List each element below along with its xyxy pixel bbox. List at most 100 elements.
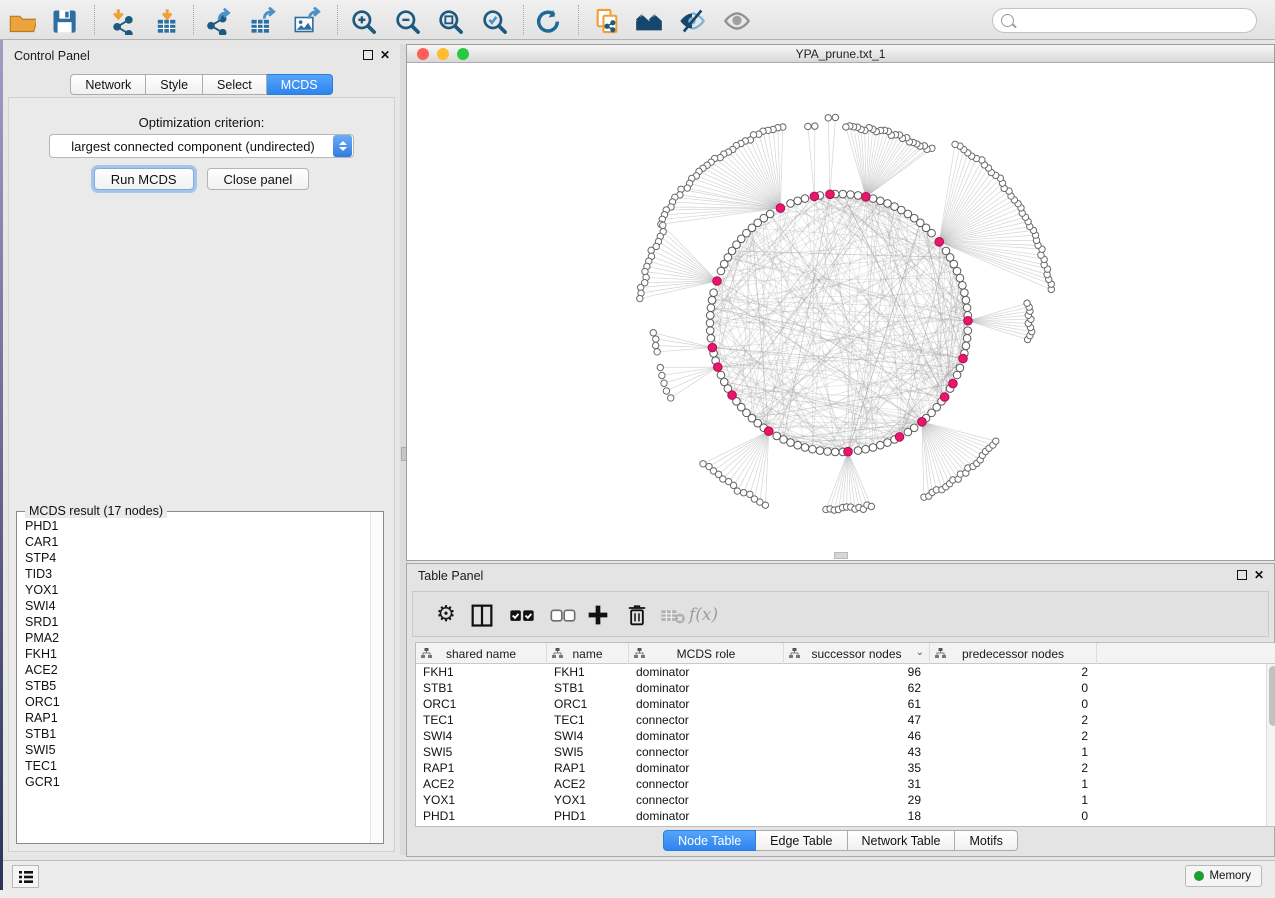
- graph-node[interactable]: [706, 327, 714, 335]
- mcds-result-item[interactable]: TID3: [25, 566, 369, 582]
- search-field[interactable]: [992, 8, 1257, 33]
- mcds-result-item[interactable]: STP4: [25, 550, 369, 566]
- graph-node[interactable]: [787, 439, 795, 447]
- graph-node[interactable]: [794, 441, 802, 449]
- graph-leaf-node[interactable]: [825, 115, 831, 121]
- network-canvas[interactable]: [407, 64, 1274, 560]
- graph-leaf-node[interactable]: [993, 438, 999, 444]
- graph-leaf-node[interactable]: [660, 222, 666, 228]
- column-header-name[interactable]: name: [547, 643, 629, 664]
- mcds-result-item[interactable]: ACE2: [25, 662, 369, 678]
- network-window-titlebar[interactable]: YPA_prune.txt_1: [407, 45, 1274, 63]
- graph-node[interactable]: [707, 304, 715, 312]
- optimization-criterion-select[interactable]: largest connected component (undirected): [49, 134, 354, 158]
- mcds-result-item[interactable]: SWI5: [25, 742, 369, 758]
- graph-node[interactable]: [787, 200, 795, 208]
- table-scrollbar[interactable]: [1266, 664, 1275, 826]
- graph-hub-node[interactable]: [764, 427, 773, 436]
- graph-leaf-node[interactable]: [648, 247, 654, 253]
- graph-leaf-node[interactable]: [652, 342, 658, 348]
- graph-node[interactable]: [717, 267, 725, 275]
- tab-node-table[interactable]: Node Table: [663, 830, 756, 851]
- graph-hub-node[interactable]: [862, 193, 871, 202]
- graph-hub-node[interactable]: [708, 343, 717, 352]
- zoom-out-icon[interactable]: [393, 7, 421, 35]
- graph-node[interactable]: [953, 371, 961, 379]
- graph-node[interactable]: [910, 424, 918, 432]
- graph-leaf-node[interactable]: [952, 141, 958, 147]
- select-all-columns-icon[interactable]: [508, 601, 536, 629]
- table-row[interactable]: ORC1ORC1dominator610: [416, 696, 1275, 712]
- zoom-selected-icon[interactable]: [480, 7, 508, 35]
- mcds-result-scrollbar[interactable]: [370, 512, 383, 843]
- tab-style[interactable]: Style: [146, 74, 203, 95]
- graph-node[interactable]: [707, 334, 715, 342]
- graph-leaf-node[interactable]: [868, 503, 874, 509]
- graph-node[interactable]: [706, 319, 714, 327]
- graph-node[interactable]: [801, 444, 809, 452]
- graph-hub-node[interactable]: [918, 418, 927, 427]
- refresh-icon[interactable]: [534, 7, 562, 35]
- window-close-icon[interactable]: [417, 48, 429, 60]
- run-mcds-button[interactable]: Run MCDS: [94, 168, 194, 190]
- mcds-result-item[interactable]: TEC1: [25, 758, 369, 774]
- mcds-result-item[interactable]: SRD1: [25, 614, 369, 630]
- graph-hub-node[interactable]: [713, 277, 722, 286]
- table-settings-icon[interactable]: ⚙: [432, 601, 460, 629]
- export-network-icon[interactable]: [204, 7, 232, 35]
- graph-node[interactable]: [847, 191, 855, 199]
- graph-leaf-node[interactable]: [663, 388, 669, 394]
- graph-node[interactable]: [839, 190, 847, 198]
- horizontal-splitter-handle[interactable]: [834, 552, 848, 559]
- graph-node[interactable]: [956, 364, 964, 372]
- tab-network[interactable]: Network: [70, 74, 146, 95]
- tab-edge-table[interactable]: Edge Table: [756, 830, 847, 851]
- import-network-icon[interactable]: [109, 7, 137, 35]
- graph-node[interactable]: [809, 445, 817, 453]
- column-header-predecessor-nodes[interactable]: predecessor nodes: [930, 643, 1097, 664]
- graph-leaf-node[interactable]: [740, 490, 746, 496]
- graph-node[interactable]: [854, 447, 862, 455]
- graph-leaf-node[interactable]: [762, 502, 768, 508]
- control-panel-close-icon[interactable]: ✕: [380, 49, 390, 63]
- graph-node[interactable]: [780, 436, 788, 444]
- unselect-all-columns-icon[interactable]: [549, 601, 577, 629]
- show-panels-menu-button[interactable]: [12, 865, 39, 888]
- graph-leaf-node[interactable]: [661, 380, 667, 386]
- graph-node[interactable]: [869, 444, 877, 452]
- graph-leaf-node[interactable]: [730, 482, 736, 488]
- graph-node[interactable]: [794, 197, 802, 205]
- graph-hub-node[interactable]: [895, 433, 904, 442]
- column-header-successor-nodes[interactable]: successor nodes⌄: [784, 643, 930, 664]
- tab-mcds[interactable]: MCDS: [267, 74, 333, 95]
- graph-node[interactable]: [942, 247, 950, 255]
- graph-node[interactable]: [862, 445, 870, 453]
- delete-column-icon[interactable]: [623, 601, 651, 629]
- graph-node[interactable]: [708, 296, 716, 304]
- graph-leaf-node[interactable]: [637, 295, 643, 301]
- table-row[interactable]: PHD1PHD1dominator180: [416, 808, 1275, 824]
- graph-node[interactable]: [877, 441, 885, 449]
- graph-node[interactable]: [706, 312, 714, 320]
- export-table-icon[interactable]: [248, 7, 276, 35]
- graph-node[interactable]: [962, 296, 970, 304]
- table-row[interactable]: ACE2ACE2connector311: [416, 776, 1275, 792]
- mcds-result-item[interactable]: STB5: [25, 678, 369, 694]
- graph-leaf-node[interactable]: [1038, 252, 1044, 258]
- new-network-from-selection-icon[interactable]: [593, 7, 621, 35]
- zoom-in-icon[interactable]: [349, 7, 377, 35]
- mcds-result-item[interactable]: STB1: [25, 726, 369, 742]
- graph-leaf-node[interactable]: [650, 330, 656, 336]
- graph-hub-node[interactable]: [964, 316, 973, 325]
- search-input[interactable]: [1014, 14, 1256, 28]
- graph-hub-node[interactable]: [728, 391, 737, 400]
- graph-node[interactable]: [877, 197, 885, 205]
- graph-leaf-node[interactable]: [832, 114, 838, 120]
- graph-node[interactable]: [884, 200, 892, 208]
- export-image-icon[interactable]: [293, 7, 321, 35]
- table-panel-close-icon[interactable]: ✕: [1254, 569, 1264, 583]
- graph-leaf-node[interactable]: [843, 124, 849, 130]
- graph-hub-node[interactable]: [844, 447, 853, 456]
- mcds-result-item[interactable]: SWI4: [25, 598, 369, 614]
- close-panel-button[interactable]: Close panel: [207, 168, 310, 190]
